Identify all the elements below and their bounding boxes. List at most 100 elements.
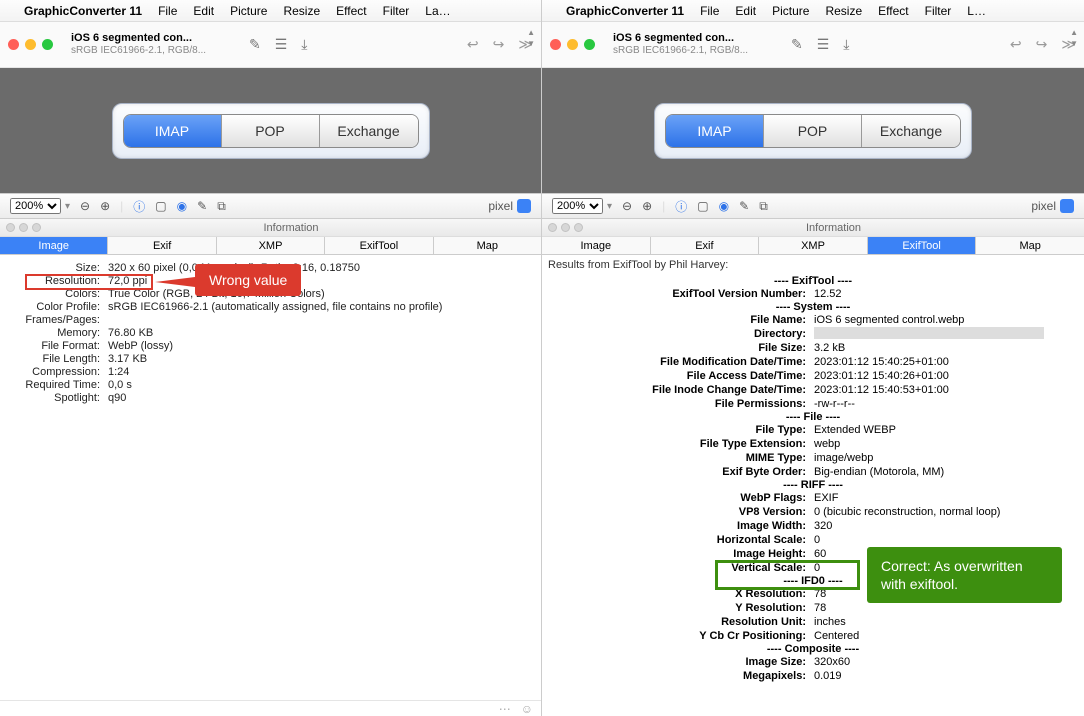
exif-section-header: ---- File ---- [548, 411, 1078, 423]
unit-label: pixel [1031, 199, 1056, 213]
tab-map[interactable]: Map [434, 237, 541, 254]
menu-picture[interactable]: Picture [230, 4, 267, 18]
info-value: 0,0 s [108, 379, 531, 391]
tab-xmp[interactable]: XMP [217, 237, 325, 254]
edit-icon[interactable]: ✎ [249, 36, 261, 53]
copy-icon[interactable]: ⧉ [759, 199, 768, 214]
info-value: 76.80 KB [108, 327, 531, 339]
globe-icon[interactable]: ◉ [177, 199, 187, 213]
image-canvas[interactable]: IMAP POP Exchange [542, 68, 1084, 193]
undo-icon[interactable]: ↩ [1010, 36, 1022, 53]
segment-imap[interactable]: IMAP [124, 115, 222, 147]
menu-edit[interactable]: Edit [193, 4, 214, 18]
info-value: 1:24 [108, 366, 531, 378]
minimize-button[interactable] [567, 39, 578, 50]
zoom-out-icon[interactable]: ⊖ [622, 199, 632, 213]
segment-pop[interactable]: POP [222, 115, 320, 147]
tab-exiftool[interactable]: ExifTool [325, 237, 433, 254]
image-canvas[interactable]: IMAP POP Exchange [0, 68, 541, 193]
segment-exchange[interactable]: Exchange [862, 115, 960, 147]
tab-xmp[interactable]: XMP [759, 237, 868, 254]
copy-icon[interactable]: ⧉ [217, 199, 226, 214]
menu-file[interactable]: File [158, 4, 177, 18]
info-icon[interactable]: ⓘ [675, 198, 687, 215]
export-icon[interactable]: ⤓ [301, 36, 307, 53]
exif-row: Directory: [548, 327, 1078, 341]
scroll-arrows[interactable]: ▲▼ [527, 28, 535, 48]
menu-file[interactable]: File [700, 4, 719, 18]
tab-exiftool[interactable]: ExifTool [868, 237, 977, 254]
annotation-wrong-value: Wrong value [195, 264, 301, 296]
wrench-icon[interactable]: ✎ [739, 199, 749, 213]
metadata-icon[interactable]: ☰ [275, 36, 288, 53]
redo-icon[interactable]: ↪ [493, 36, 505, 53]
zoom-select[interactable]: 200% [10, 198, 61, 214]
menubar[interactable]: GraphicConverter 11 File Edit Picture Re… [542, 0, 1084, 22]
export-icon[interactable]: ⤓ [843, 36, 849, 53]
zoom-in-icon[interactable]: ⊕ [100, 199, 110, 213]
segment-pop[interactable]: POP [764, 115, 862, 147]
menu-resize[interactable]: Resize [283, 4, 320, 18]
tab-map[interactable]: Map [976, 237, 1084, 254]
unit-selector[interactable] [517, 199, 531, 213]
menu-truncated[interactable]: L… [967, 4, 986, 18]
exif-row: Horizontal Scale:0 [548, 533, 1078, 547]
minimize-button[interactable] [25, 39, 36, 50]
exif-row: File Size:3.2 kB [548, 341, 1078, 355]
zoom-in-icon[interactable]: ⊕ [642, 199, 652, 213]
close-button[interactable] [550, 39, 561, 50]
close-button[interactable] [8, 39, 19, 50]
info-key: File Length: [10, 353, 100, 365]
undo-icon[interactable]: ↩ [467, 36, 479, 53]
window-subtitle: sRGB IEC61966-2.1, RGB/8... [613, 45, 773, 57]
exif-key: Directory: [548, 327, 806, 341]
edit-icon[interactable]: ✎ [791, 36, 803, 53]
scroll-arrows[interactable]: ▲▼ [1070, 28, 1078, 48]
exif-value: -rw-r--r-- [814, 397, 1078, 411]
segment-exchange[interactable]: Exchange [320, 115, 418, 147]
menu-filter[interactable]: Filter [383, 4, 410, 18]
titlebar: ▲▼ iOS 6 segmented con... sRGB IEC61966-… [0, 22, 541, 68]
zoom-select[interactable]: 200% [552, 198, 603, 214]
exif-key: File Permissions: [548, 397, 806, 411]
app-name[interactable]: GraphicConverter 11 [566, 4, 684, 18]
info-window-header: Information [0, 219, 541, 237]
exif-key: File Type Extension: [548, 437, 806, 451]
menu-picture[interactable]: Picture [772, 4, 809, 18]
menu-resize[interactable]: Resize [825, 4, 862, 18]
exif-value [814, 327, 1078, 341]
info-icon[interactable]: ⓘ [133, 198, 145, 215]
tab-image[interactable]: Image [542, 237, 651, 254]
menubar[interactable]: GraphicConverter 11 File Edit Picture Re… [0, 0, 541, 22]
menu-truncated[interactable]: La… [425, 4, 450, 18]
segment-imap[interactable]: IMAP [666, 115, 764, 147]
ruler-icon[interactable]: ▢ [697, 199, 708, 213]
app-name[interactable]: GraphicConverter 11 [24, 4, 142, 18]
unit-selector[interactable] [1060, 199, 1074, 213]
metadata-icon[interactable]: ☰ [817, 36, 830, 53]
wrench-icon[interactable]: ✎ [197, 199, 207, 213]
exif-value: 0 (bicubic reconstruction, normal loop) [814, 505, 1078, 519]
tab-exif[interactable]: Exif [651, 237, 760, 254]
globe-icon[interactable]: ◉ [719, 199, 729, 213]
exif-key: Image Height: [548, 547, 806, 561]
zoom-button[interactable] [584, 39, 595, 50]
menu-filter[interactable]: Filter [925, 4, 952, 18]
info-value: q90 [108, 392, 531, 404]
info-value: True Color (RGB, 24 Bit, 16,7 Million Co… [108, 288, 531, 300]
exif-key: File Size: [548, 341, 806, 355]
exif-row: File Type:Extended WEBP [548, 423, 1078, 437]
menu-edit[interactable]: Edit [735, 4, 756, 18]
menu-effect[interactable]: Effect [878, 4, 908, 18]
zoom-out-icon[interactable]: ⊖ [80, 199, 90, 213]
ruler-icon[interactable]: ▢ [155, 199, 166, 213]
menu-effect[interactable]: Effect [336, 4, 366, 18]
redo-icon[interactable]: ↪ [1036, 36, 1048, 53]
exif-value: image/webp [814, 451, 1078, 465]
exif-row: MIME Type:image/webp [548, 451, 1078, 465]
info-value: sRGB IEC61966-2.1 (automatically assigne… [108, 301, 531, 313]
zoom-button[interactable] [42, 39, 53, 50]
tab-image[interactable]: Image [0, 237, 108, 254]
titlebar: ▲▼ iOS 6 segmented con... sRGB IEC61966-… [542, 22, 1084, 68]
tab-exif[interactable]: Exif [108, 237, 216, 254]
